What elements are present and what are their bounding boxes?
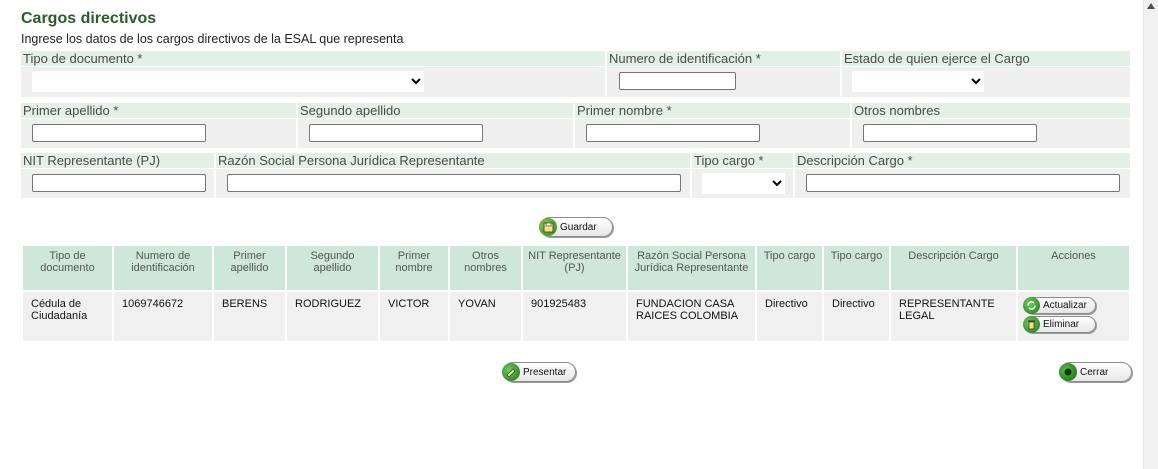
- th-primer-nombre: Primer nombre: [380, 246, 448, 290]
- cell-nit: 901925483: [523, 292, 626, 341]
- primer-apellido-label: Primer apellido *: [21, 103, 296, 118]
- save-icon: [539, 218, 557, 236]
- cell-tipo-documento: Cédula de Ciudadanía: [23, 292, 112, 341]
- primer-nombre-input[interactable]: [586, 124, 760, 142]
- th-tipo-cargo-2: Tipo cargo: [824, 246, 889, 290]
- cerrar-label: Cerrar: [1080, 366, 1109, 378]
- razon-social-input[interactable]: [227, 174, 681, 192]
- numero-identificacion-input[interactable]: [619, 72, 736, 90]
- numero-identificacion-cell: [607, 67, 840, 97]
- cell-razon-social: FUNDACION CASA RAICES COLOMBIA: [628, 292, 755, 341]
- numero-identificacion-label: Numero de identificación *: [607, 51, 840, 66]
- nit-input[interactable]: [32, 174, 206, 192]
- table-row: Cédula de Ciudadanía 1069746672 BERENS R…: [23, 292, 1129, 341]
- cell-primer-apellido: BERENS: [214, 292, 285, 341]
- update-icon: [1023, 297, 1040, 314]
- page-subtitle: Ingrese los datos de los cargos directiv…: [21, 32, 404, 46]
- descripcion-cell: [795, 169, 1130, 198]
- th-segundo-apellido: Segundo apellido: [287, 246, 378, 290]
- presentar-button[interactable]: Presentar: [502, 362, 576, 382]
- cell-otros-nombres: YOVAN: [450, 292, 521, 341]
- estado-label: Estado de quien ejerce el Cargo: [842, 51, 1130, 66]
- th-tipo-cargo-1: Tipo cargo: [757, 246, 822, 290]
- otros-nombres-input[interactable]: [863, 124, 1037, 142]
- cell-primer-nombre: VICTOR: [380, 292, 448, 341]
- segundo-apellido-input[interactable]: [309, 124, 483, 142]
- tipo-documento-select[interactable]: [32, 71, 424, 92]
- tipo-cargo-label: Tipo cargo *: [692, 153, 793, 168]
- th-otros-nombres: Otros nombres: [450, 246, 521, 290]
- vertical-scrollbar[interactable]: [1143, 0, 1158, 469]
- th-descripcion: Descripción Cargo: [891, 246, 1016, 290]
- primer-apellido-input[interactable]: [32, 124, 206, 142]
- cargos-table: Tipo de documento Numero de identificaci…: [21, 244, 1131, 343]
- cerrar-button[interactable]: Cerrar: [1059, 362, 1132, 382]
- th-primer-apellido: Primer apellido: [214, 246, 285, 290]
- tipo-documento-cell: [21, 67, 605, 97]
- scroll-up-arrow-icon[interactable]: [1147, 3, 1155, 9]
- th-tipo-documento: Tipo de documento: [23, 246, 112, 290]
- actualizar-label: Actualizar: [1043, 300, 1087, 311]
- delete-icon: [1023, 316, 1040, 333]
- cell-tipo-cargo-1: Directivo: [757, 292, 822, 341]
- primer-nombre-cell: [575, 119, 850, 148]
- cell-tipo-cargo-2: Directivo: [824, 292, 889, 341]
- page: Cargos directivos Ingrese los datos de l…: [0, 0, 1144, 469]
- nit-cell: [21, 169, 214, 198]
- estado-cell: [842, 67, 1130, 97]
- tipo-cargo-cell: [692, 169, 793, 198]
- otros-nombres-label: Otros nombres: [852, 103, 1130, 118]
- th-razon-social: Razón Social Persona Jurídica Representa…: [628, 246, 755, 290]
- guardar-label: Guardar: [560, 221, 597, 233]
- descripcion-input[interactable]: [806, 174, 1120, 192]
- close-icon: [1059, 363, 1077, 381]
- page-title: Cargos directivos: [21, 10, 157, 27]
- cell-numero-identificacion: 1069746672: [114, 292, 212, 341]
- razon-social-label: Razón Social Persona Jurídica Representa…: [216, 153, 690, 168]
- primer-nombre-label: Primer nombre *: [575, 103, 850, 118]
- tipo-cargo-select[interactable]: [702, 173, 785, 194]
- th-numero-identificacion: Numero de identificación: [114, 246, 212, 290]
- table-header-row: Tipo de documento Numero de identificaci…: [23, 246, 1129, 290]
- razon-social-cell: [216, 169, 690, 198]
- cell-segundo-apellido: RODRIGUEZ: [287, 292, 378, 341]
- cell-descripcion: REPRESENTANTE LEGAL: [891, 292, 1016, 341]
- descripcion-label: Descripción Cargo *: [795, 153, 1130, 168]
- segundo-apellido-cell: [298, 119, 573, 148]
- primer-apellido-cell: [21, 119, 296, 148]
- eliminar-label: Eliminar: [1043, 319, 1080, 330]
- estado-select[interactable]: [852, 71, 984, 92]
- eliminar-button[interactable]: Eliminar: [1023, 316, 1096, 333]
- presentar-label: Presentar: [523, 366, 567, 378]
- otros-nombres-cell: [852, 119, 1130, 148]
- segundo-apellido-label: Segundo apellido: [298, 103, 573, 118]
- th-acciones: Acciones: [1018, 246, 1129, 290]
- cell-acciones: Actualizar Eliminar: [1018, 292, 1129, 341]
- guardar-button[interactable]: Guardar: [539, 217, 613, 237]
- nit-label: NIT Representante (PJ): [21, 153, 214, 168]
- th-nit: NIT Representante (PJ): [523, 246, 626, 290]
- tipo-documento-label: Tipo de documento *: [21, 51, 605, 66]
- actualizar-button[interactable]: Actualizar: [1023, 297, 1096, 314]
- present-icon: [502, 363, 520, 381]
